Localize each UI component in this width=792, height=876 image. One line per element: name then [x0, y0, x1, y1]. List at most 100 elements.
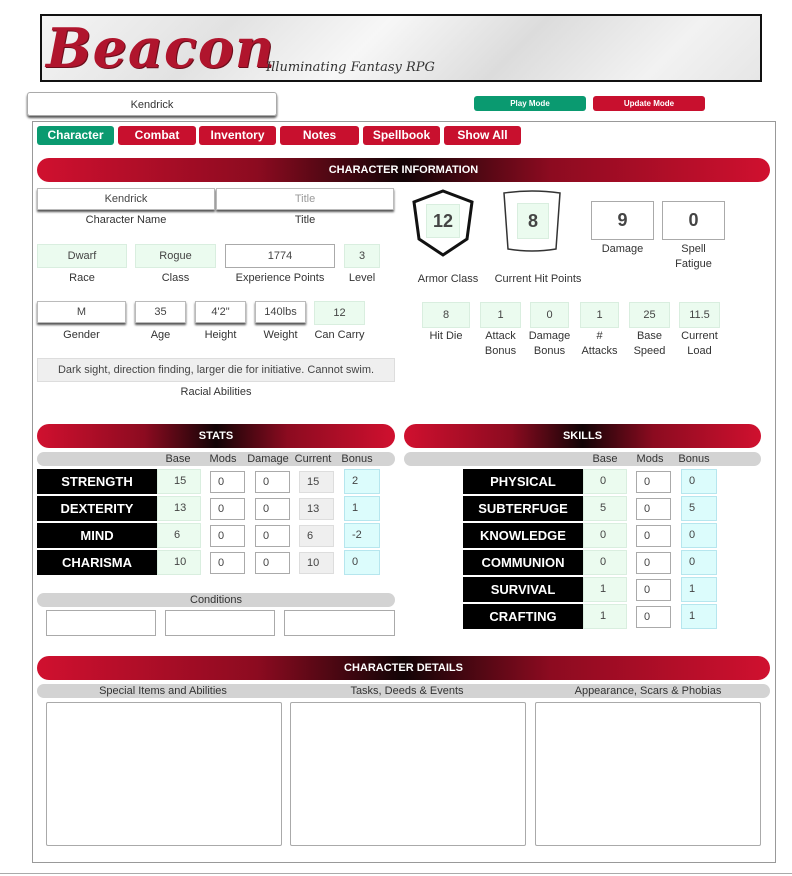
weight-label: Weight [263, 329, 298, 341]
stats-col-current: Current [294, 453, 332, 465]
stat-mods[interactable]: 0 [210, 498, 245, 520]
tasks-deeds-label: Tasks, Deeds & Events [350, 685, 464, 697]
race-field[interactable]: Dwarf [37, 244, 127, 268]
skill-mods[interactable]: 0 [636, 606, 671, 628]
skill-bonus: 5 [681, 496, 717, 521]
armor-class-label: Armor Class [417, 273, 479, 285]
skills-col-mods: Mods [636, 453, 664, 465]
skill-mods[interactable]: 0 [636, 525, 671, 547]
class-field[interactable]: Rogue [135, 244, 216, 268]
experience-points-field[interactable]: 1774 [225, 244, 335, 268]
gender-field[interactable]: M [37, 301, 126, 323]
condition-input-3[interactable] [284, 610, 395, 636]
condition-input-1[interactable] [46, 610, 156, 636]
level-field[interactable]: 3 [344, 244, 380, 268]
experience-points-label: Experience Points [235, 272, 325, 284]
details-column-bar: Special Items and Abilities Tasks, Deeds… [37, 684, 770, 698]
stat-mods[interactable]: 0 [210, 525, 245, 547]
racial-abilities-field[interactable]: Dark sight, direction finding, larger di… [37, 358, 395, 382]
skill-bonus: 1 [681, 577, 717, 602]
stat-damage[interactable]: 0 [255, 498, 290, 520]
can-carry-label: Can Carry [314, 329, 365, 341]
special-items-textarea[interactable] [46, 702, 282, 846]
special-items-label: Special Items and Abilities [99, 685, 227, 697]
title-input[interactable]: Title [216, 188, 394, 210]
tab-notes[interactable]: Notes [280, 126, 359, 145]
skills-heading: SKILLS [404, 424, 761, 448]
stat-strength: STRENGTH [37, 469, 157, 494]
skill-base[interactable]: 1 [583, 604, 627, 629]
class-label: Class [161, 272, 190, 284]
skill-base[interactable]: 5 [583, 496, 627, 521]
appearance-scars-textarea[interactable] [535, 702, 761, 846]
armor-class-value: 12 [426, 204, 460, 238]
stat-mods[interactable]: 0 [210, 552, 245, 574]
skill-mods[interactable]: 0 [636, 498, 671, 520]
stats-col-damage: Damage [247, 453, 289, 465]
current-load-label: Current Load [681, 330, 718, 357]
skill-communion: COMMUNION [463, 550, 583, 575]
skill-bonus: 0 [681, 523, 717, 548]
character-name-header[interactable]: Kendrick [27, 92, 277, 116]
stat-mods[interactable]: 0 [210, 471, 245, 493]
base-speed-field: 25 [629, 302, 670, 328]
skills-column-bar: Base Mods Bonus [404, 452, 761, 466]
height-label: Height [204, 329, 237, 341]
stat-current: 15 [299, 471, 334, 493]
skill-base[interactable]: 0 [583, 523, 627, 548]
stat-bonus: 2 [344, 469, 380, 494]
tab-character[interactable]: Character [37, 126, 114, 145]
stat-damage[interactable]: 0 [255, 471, 290, 493]
title-label: Title [294, 214, 316, 226]
spell-fatigue-field[interactable]: 0 [662, 201, 725, 240]
skills-col-bonus: Bonus [678, 453, 710, 465]
weight-field[interactable]: 140lbs [255, 301, 306, 323]
stat-base[interactable]: 15 [157, 469, 201, 494]
stat-charisma: CHARISMA [37, 550, 157, 575]
stat-base[interactable]: 6 [157, 523, 201, 548]
current-hp-value: 8 [517, 203, 549, 239]
skill-base[interactable]: 0 [583, 469, 627, 494]
stats-col-base: Base [165, 453, 191, 465]
current-hp-label: Current Hit Points [494, 273, 582, 285]
tab-show-all[interactable]: Show All [444, 126, 521, 145]
racial-abilities-label: Racial Abilities [180, 386, 252, 398]
character-name-input[interactable]: Kendrick [37, 188, 215, 210]
current-load-field: 11.5 [679, 302, 720, 328]
condition-input-2[interactable] [165, 610, 275, 636]
play-mode-button[interactable]: Play Mode [474, 96, 586, 111]
bottom-divider [0, 873, 792, 874]
tab-spellbook[interactable]: Spellbook [363, 126, 440, 145]
attacks-label: # Attacks [581, 330, 618, 357]
banner: Beacon Illuminating Fantasy RPG [40, 14, 762, 82]
race-label: Race [69, 272, 95, 284]
skill-survival: SURVIVAL [463, 577, 583, 602]
update-mode-button[interactable]: Update Mode [593, 96, 705, 111]
skill-base[interactable]: 0 [583, 550, 627, 575]
stat-damage[interactable]: 0 [255, 525, 290, 547]
stat-base[interactable]: 10 [157, 550, 201, 575]
skill-mods[interactable]: 0 [636, 579, 671, 601]
skill-mods[interactable]: 0 [636, 471, 671, 493]
tab-combat[interactable]: Combat [118, 126, 196, 145]
can-carry-field: 12 [314, 301, 365, 325]
stat-damage[interactable]: 0 [255, 552, 290, 574]
skill-base[interactable]: 1 [583, 577, 627, 602]
hit-die-field: 8 [422, 302, 470, 328]
age-field[interactable]: 35 [135, 301, 186, 323]
skill-subterfuge: SUBTERFUGE [463, 496, 583, 521]
stat-base[interactable]: 13 [157, 496, 201, 521]
base-speed-label: Base Speed [633, 330, 666, 357]
age-label: Age [150, 329, 171, 341]
attack-bonus-field: 1 [480, 302, 521, 328]
skills-col-base: Base [592, 453, 618, 465]
skill-mods[interactable]: 0 [636, 552, 671, 574]
conditions-label: Conditions [37, 593, 395, 607]
skill-crafting: CRAFTING [463, 604, 583, 629]
tab-inventory[interactable]: Inventory [199, 126, 276, 145]
stat-bonus: -2 [344, 523, 380, 548]
damage-field[interactable]: 9 [591, 201, 654, 240]
stat-dexterity: DEXTERITY [37, 496, 157, 521]
tasks-deeds-textarea[interactable] [290, 702, 526, 846]
height-field[interactable]: 4'2" [195, 301, 246, 323]
